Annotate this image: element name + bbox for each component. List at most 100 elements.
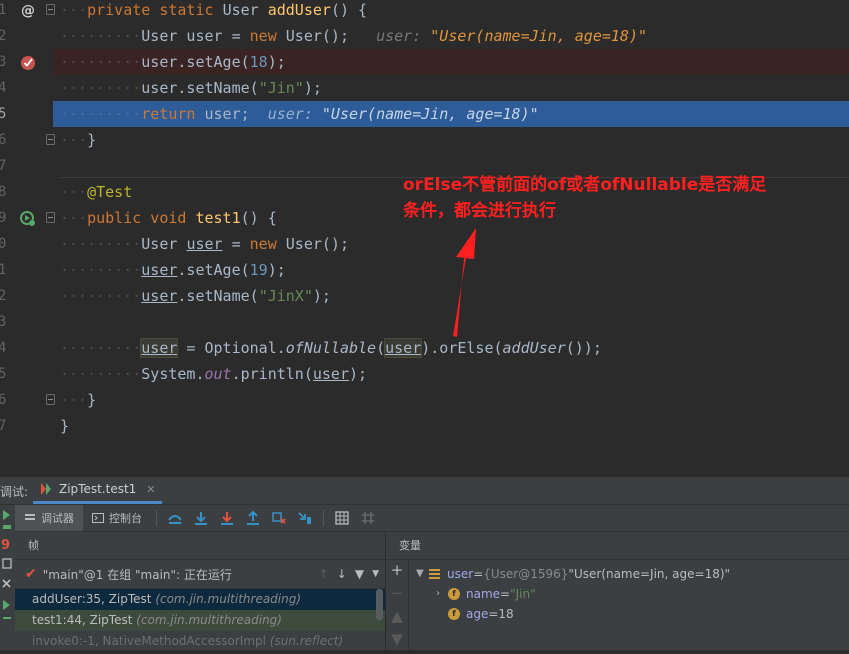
breakpoint-check-icon[interactable] [19, 53, 37, 71]
arrow-down-icon[interactable]: ↓ [337, 567, 347, 581]
debugger-icon [25, 514, 35, 520]
toolbar-separator [156, 510, 157, 526]
chevron-down-icon[interactable]: ▼ [372, 569, 379, 579]
move-up-icon[interactable]: ▲ [386, 605, 408, 628]
line-number: 2 [0, 288, 7, 304]
close-tab-icon[interactable]: ✕ [146, 483, 155, 496]
code-line[interactable]: 2 ·········User user = new User(); user:… [0, 23, 849, 49]
variable-row-user[interactable]: ▼ user = {User@1596} "User(name=Jin, age… [416, 564, 730, 584]
line-number: 7 [0, 418, 7, 434]
line-number: 0 [0, 236, 7, 252]
line-number: 5 [0, 106, 7, 122]
toolbar-separator [323, 510, 324, 526]
run-config-icon [41, 483, 51, 495]
code-text: ·········System.out.println(user); [60, 365, 368, 383]
code-line[interactable]: 4 ·········user = Optional.ofNullable(us… [0, 335, 849, 361]
line-number: 1 [0, 2, 7, 18]
stack-frame[interactable]: invoke0:-1, NativeMethodAccessorImpl (su… [15, 631, 385, 652]
debug-toolbar: 调试器 控制台 [15, 505, 849, 532]
chevron-right-icon[interactable]: › [436, 584, 448, 604]
line-number: 6 [0, 132, 7, 148]
line-number: 6 [0, 392, 7, 408]
drop-frame-icon[interactable] [269, 508, 289, 528]
debug-tool-window[interactable]: 调试: ZipTest.test1 ✕ 9 调试器 控制台 帧 ✔ "main"… [0, 477, 849, 650]
fold-marker-icon[interactable] [46, 4, 55, 15]
step-over-icon[interactable] [191, 508, 211, 528]
debug-side-toolbar: 9 [0, 505, 16, 650]
line-number: 1 [0, 262, 7, 278]
arrow-up-icon[interactable]: ↑ [319, 567, 329, 581]
rerun-icon[interactable]: 9 [0, 505, 15, 650]
variable-row-age[interactable]: f age = 18 [436, 604, 514, 624]
code-line[interactable]: 0 ·········User user = new User(); [0, 231, 849, 257]
code-line[interactable]: 1 ·········user.setAge(19); [0, 257, 849, 283]
code-text: ·········user.setName("Jin"); [60, 79, 322, 97]
code-line[interactable]: 4 ·········user.setName("Jin"); [0, 75, 849, 101]
line-number: 9 [0, 210, 7, 226]
stack-frame[interactable]: addUser:35, ZipTest (com.jin.multithread… [15, 589, 385, 610]
move-down-icon[interactable]: ▼ [386, 628, 408, 651]
chevron-down-icon[interactable]: ▼ [416, 564, 428, 584]
stack-frame[interactable]: test1:44, ZipTest (com.jin.multithreadin… [15, 610, 385, 631]
code-text: ·········return user; user: "User(name=J… [60, 105, 539, 123]
code-line[interactable]: 6 ···} [0, 387, 849, 413]
annotation-line: orElse不管前面的of或者ofNullable是否满足 [403, 175, 767, 195]
inline-debug-hint: user: "User(name=Jin, age=18)" [376, 27, 648, 45]
code-line[interactable]: 2 ·········user.setName("JinX"); [0, 283, 849, 309]
variables-header: 变量 [386, 532, 849, 560]
filter-icon[interactable]: ▼ [355, 567, 364, 581]
tab-console[interactable]: 控制台 [83, 505, 151, 531]
code-text: ·········User user = new User(); [60, 235, 349, 253]
code-text: ···public void test1() { [60, 209, 277, 227]
svg-text:@: @ [21, 3, 35, 19]
code-line-current[interactable]: 5 ·········return user; user: "User(name… [0, 101, 849, 127]
trace-stream-icon[interactable] [358, 508, 378, 528]
code-line[interactable]: 7 } [0, 413, 849, 439]
variable-row-name[interactable]: › f name = "Jin" [436, 584, 536, 604]
step-into-icon[interactable] [217, 508, 237, 528]
step-out-icon[interactable] [243, 508, 263, 528]
code-text: ·········user.setAge(18); [60, 53, 286, 71]
code-line[interactable]: 5 ·········System.out.println(user); [0, 361, 849, 387]
annotation-line: 条件，都会进行执行 [403, 201, 556, 221]
line-number: 2 [0, 28, 7, 44]
run-config-tab[interactable]: ZipTest.test1 ✕ [33, 477, 162, 504]
variables-panel: 变量 + − ▲ ▼ ▼ user = {User@1596} "User(na… [386, 532, 849, 650]
evaluate-expression-icon[interactable] [332, 508, 352, 528]
code-text: ·········User user = new User(); user: "… [60, 27, 648, 45]
code-text: ·········user = Optional.ofNullable(user… [60, 338, 602, 358]
frames-header: 帧 [15, 532, 385, 560]
code-line[interactable]: 1 @ ···private static User addUser() { [0, 0, 849, 23]
add-watch-icon[interactable]: + [386, 559, 408, 582]
thread-selector[interactable]: ✔ "main"@1 在组 "main": 正在运行 ↑ ↓ ▼ ▼ [15, 560, 385, 589]
line-number: 3 [0, 314, 7, 330]
line-number: 4 [0, 340, 7, 356]
code-editor[interactable]: 1 @ ···private static User addUser() { 2… [0, 0, 849, 477]
console-icon [92, 513, 104, 523]
fold-marker-icon[interactable] [46, 212, 55, 223]
code-text: ·········user.setName("JinX"); [60, 287, 331, 305]
line-number: 8 [0, 184, 7, 200]
svg-text:9: 9 [1, 538, 10, 553]
run-test-icon[interactable] [19, 209, 37, 227]
inline-debug-hint: user: "User(name=Jin, age=18)" [267, 105, 539, 123]
local-variable-icon [429, 569, 440, 579]
override-at-icon[interactable]: @ [19, 1, 37, 19]
remove-watch-icon[interactable]: − [386, 582, 408, 605]
frames-panel: 帧 ✔ "main"@1 在组 "main": 正在运行 ↑ ↓ ▼ ▼ add… [15, 532, 386, 650]
fold-marker-icon[interactable] [46, 394, 55, 405]
code-line[interactable]: 3 [0, 309, 849, 335]
code-line-breakpoint[interactable]: 3 ·········user.setAge(18); [0, 49, 849, 75]
show-execution-point-icon[interactable] [165, 508, 185, 528]
field-icon: f [448, 608, 460, 620]
line-number: 5 [0, 366, 7, 382]
run-to-cursor-icon[interactable] [295, 508, 315, 528]
debug-tab-bar: 调试: ZipTest.test1 ✕ [0, 477, 849, 505]
line-number: 4 [0, 80, 7, 96]
frames-scrollbar[interactable] [376, 589, 383, 620]
fold-marker-icon[interactable] [46, 134, 55, 145]
tab-debugger[interactable]: 调试器 [15, 505, 83, 531]
thread-check-icon: ✔ [25, 566, 37, 582]
code-line[interactable]: 6 ···} [0, 127, 849, 153]
debug-title: 调试: [0, 485, 29, 499]
